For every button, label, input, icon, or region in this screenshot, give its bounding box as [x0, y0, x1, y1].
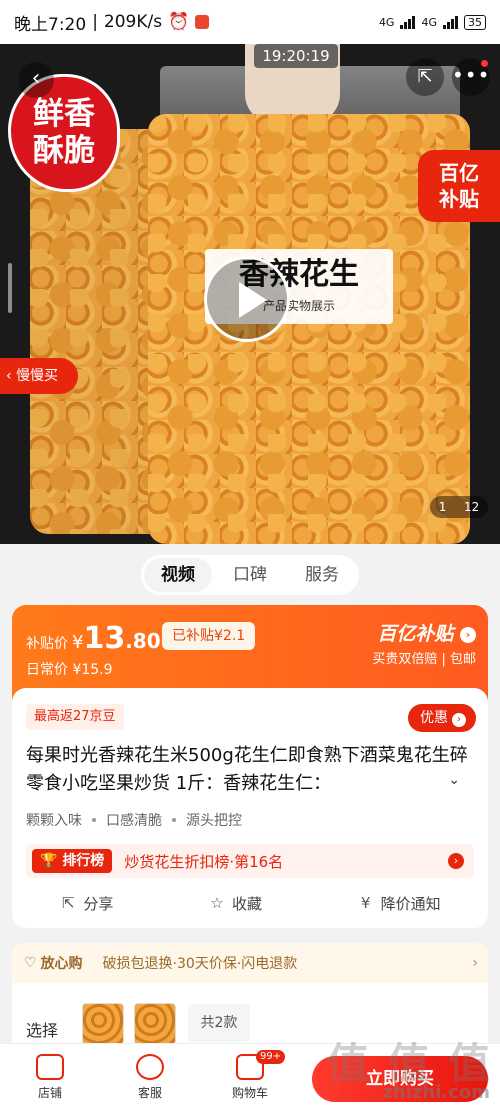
chat-icon — [136, 1054, 164, 1080]
store-label: 店铺 — [37, 1086, 62, 1100]
price-decimal: .80 — [125, 629, 161, 653]
product-features: 颗颗入味 口感清脆 源头把控 — [26, 810, 242, 830]
chevron-right-icon: › — [448, 853, 464, 869]
feature-item: 颗颗入味 — [26, 813, 82, 829]
star-icon: ☆ — [210, 894, 224, 912]
expand-title-icon[interactable]: ⌄ — [448, 772, 460, 788]
signal-icon-2 — [443, 15, 458, 29]
customer-service-button[interactable]: 客服 — [120, 1054, 180, 1101]
tab-video[interactable]: 视频 — [144, 558, 212, 592]
tab-service[interactable]: 服务 — [288, 558, 356, 592]
trophy-icon: 🏆 — [40, 853, 58, 869]
share-icon: ⇱ — [62, 894, 75, 912]
assurance-strip[interactable]: ♡ 放心购 破损包退换·30天价保·闪电退款 › — [12, 943, 488, 983]
ranking-tag-label: 排行榜 — [62, 853, 105, 869]
billion-subsidy-link[interactable]: 百亿补贴 › — [377, 619, 476, 646]
variant-count: 共2款 — [188, 1004, 250, 1042]
cart-label: 购物车 — [231, 1086, 268, 1100]
coupon-label: 优惠 — [420, 710, 448, 726]
jd-bean-reward: 最高返27京豆 — [26, 704, 124, 730]
notification-dot — [481, 60, 488, 67]
favorite-action[interactable]: ☆ 收藏 — [208, 893, 262, 914]
feature-item: 源头把控 — [186, 813, 242, 829]
chevron-right-icon: › — [452, 713, 466, 727]
variant-thumbnail[interactable] — [82, 1003, 124, 1045]
image-total: 12 — [463, 500, 480, 514]
cart-button[interactable]: 99+ 购物车 — [220, 1050, 286, 1101]
badge-line-1: 鲜香 — [33, 96, 95, 132]
billion-subsidy-label: 百亿补贴 — [377, 623, 454, 645]
price-currency: ¥ — [72, 632, 84, 653]
battery-icon: 35 — [464, 14, 486, 30]
price-card: 补贴价 ¥ 13 .80 已补贴¥2.1 日常价 ¥15.9 百亿补贴 › 买贵… — [12, 605, 488, 701]
section-tabs: 视频 口碑 服务 — [141, 555, 359, 595]
subsidy-price: 补贴价 ¥ 13 .80 — [26, 621, 161, 656]
cart-count-badge: 99+ — [256, 1050, 286, 1064]
yen-circle-icon: ¥ — [360, 894, 371, 912]
share-button[interactable]: ⇱ — [406, 58, 444, 96]
price-integer: 13 — [83, 621, 126, 656]
slow-buy-label: 慢慢买 — [16, 368, 59, 384]
status-bar: 晚上7:20 | 209K/s ⏰ 4G 4G 35 — [0, 0, 500, 44]
ranking-banner[interactable]: 🏆 排行榜 炒货花生折扣榜·第16名 › — [26, 844, 474, 878]
image-counter: 1 12 — [430, 496, 488, 518]
status-divider: | — [92, 12, 98, 32]
separator-dot — [172, 818, 176, 822]
price-drop-notify-action[interactable]: ¥ 降价通知 — [357, 893, 441, 914]
network-type-2: 4G — [421, 15, 437, 29]
daily-price-value: ¥15.9 — [72, 662, 113, 678]
signal-icon — [400, 15, 416, 29]
price-drop-label: 降价通知 — [380, 894, 441, 913]
slow-buy-button[interactable]: ‹ 慢慢买 — [0, 358, 78, 394]
assurance-text: 破损包退换·30天价保·闪电退款 — [102, 956, 298, 972]
chevron-right-icon: › — [472, 955, 478, 971]
store-icon — [36, 1054, 64, 1080]
variant-thumbnail[interactable] — [134, 1003, 176, 1045]
section-tabs-bar: 视频 口碑 服务 — [0, 544, 500, 606]
store-button[interactable]: 店铺 — [20, 1054, 80, 1101]
heart-shield-icon: ♡ — [24, 955, 37, 971]
alarm-icon: ⏰ — [168, 12, 190, 32]
subsidy-badge-line-1: 百亿 — [439, 161, 479, 185]
back-button[interactable]: ‹ — [18, 62, 54, 98]
daily-price-label: 日常价 — [26, 662, 68, 678]
battery-level: 35 — [468, 15, 482, 29]
share-label: 分享 — [83, 894, 114, 913]
product-title: 每果时光香辣花生米500g花生仁即食熟下酒菜鬼花生碎零食小吃坚果炒货 1斤：香辣… — [26, 745, 468, 794]
product-actions: ⇱ 分享 ☆ 收藏 ¥ 降价通知 — [12, 886, 488, 920]
subsidy-badge: 百亿 补贴 — [418, 150, 500, 222]
subsidy-amount-tag: 已补贴¥2.1 — [162, 622, 256, 650]
watermark-url: zhizhi.com — [382, 1082, 490, 1103]
separator-dot — [92, 818, 96, 822]
select-label: 选择 — [26, 1021, 59, 1040]
video-time-overlay: 19:20:19 — [254, 44, 338, 68]
badge-line-2: 酥脆 — [33, 133, 95, 169]
billion-subsidy-sub: 买贵双倍赔 | 包邮 — [372, 652, 476, 667]
network-type-1: 4G — [378, 15, 395, 29]
coupon-button[interactable]: 优惠 › — [408, 704, 476, 732]
service-label: 客服 — [137, 1086, 162, 1100]
chevron-right-icon: › — [460, 626, 476, 643]
status-time: 晚上7:20 — [14, 14, 87, 35]
network-speed: 209K/s — [103, 12, 163, 32]
product-info-card: 最高返27京豆 优惠 › 每果时光香辣花生米500g花生仁即食熟下酒菜鬼花生碎零食… — [12, 688, 488, 928]
chevron-left-icon: ‹ — [31, 66, 41, 91]
daily-price: 日常价 ¥15.9 — [26, 659, 113, 679]
ranking-text: 炒货花生折扣榜·第16名 — [124, 852, 284, 871]
tab-reviews[interactable]: 口碑 — [216, 558, 284, 592]
play-video-button[interactable] — [204, 256, 290, 342]
ranking-tag: 🏆 排行榜 — [32, 849, 113, 873]
share-action[interactable]: ⇱ 分享 — [59, 893, 113, 914]
assurance-name: 放心购 — [40, 956, 83, 972]
image-index: 1 — [438, 500, 447, 514]
side-indicator — [8, 263, 12, 313]
price-label: 补贴价 — [26, 636, 68, 652]
share-icon: ⇱ — [417, 66, 433, 87]
favorite-label: 收藏 — [231, 894, 262, 913]
product-media-carousel[interactable]: 鲜香 酥脆 百亿 补贴 ‹ 19:20:19 ⇱ ••• 香辣花生 产品实物展示… — [0, 44, 500, 544]
subsidy-badge-line-2: 补贴 — [439, 187, 479, 211]
feature-item: 口感清脆 — [106, 813, 162, 829]
app-notification-icon — [195, 15, 210, 29]
